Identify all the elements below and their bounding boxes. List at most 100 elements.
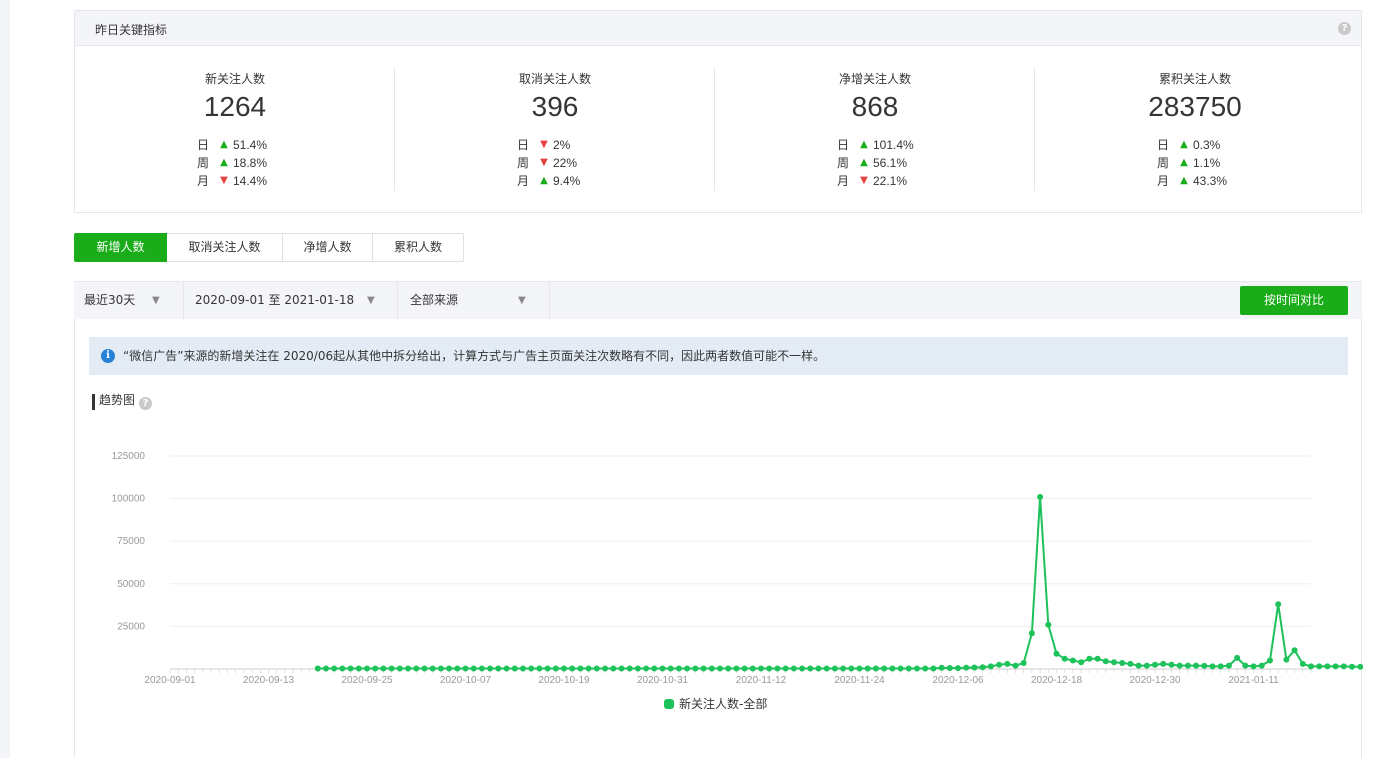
arrow-up-icon: ▲	[860, 139, 868, 150]
x-tick-label: 2020-10-07	[440, 675, 492, 686]
data-point	[840, 665, 847, 672]
y-tick-label: 125000	[112, 451, 146, 462]
change-row: 周 ▲ 1.1%	[1157, 154, 1227, 172]
key-metrics-header: 昨日关键指标 ?	[75, 11, 1361, 46]
change-row: 月 ▼ 14.4%	[197, 172, 267, 190]
data-point	[1176, 662, 1183, 669]
change-period: 日	[197, 138, 210, 152]
data-point	[405, 665, 412, 672]
data-point	[807, 665, 814, 672]
metric-card-net-followers: 净增关注人数 868 日 ▲ 101.4% 周 ▲ 56.1% 月 ▼ 22.1%	[715, 46, 1035, 212]
range-select-label: 最近30天	[84, 293, 136, 307]
data-point	[815, 665, 822, 672]
x-tick-label: 2020-11-12	[736, 675, 787, 686]
metric-changes: 日 ▲ 0.3% 周 ▲ 1.1% 月 ▲ 43.3%	[1157, 136, 1227, 190]
data-point	[1045, 621, 1052, 628]
metric-label: 净增关注人数	[838, 72, 911, 86]
source-select[interactable]: 全部来源 ▼	[398, 282, 550, 319]
data-point	[1152, 661, 1158, 668]
data-point	[659, 665, 666, 672]
data-point	[955, 665, 961, 672]
data-point	[634, 665, 641, 672]
data-point	[799, 665, 806, 672]
data-point	[626, 665, 633, 672]
data-point	[831, 665, 838, 672]
arrow-up-icon: ▲	[220, 139, 228, 150]
data-point	[856, 665, 863, 672]
tab-net-growth[interactable]: 净增人数	[283, 233, 373, 262]
change-row: 周 ▲ 18.8%	[197, 154, 267, 172]
source-select-label: 全部来源	[410, 293, 459, 307]
data-point	[331, 665, 338, 672]
change-row: 月 ▼ 22.1%	[837, 172, 914, 190]
change-percent: 101.4%	[873, 138, 914, 152]
change-row: 周 ▼ 22%	[517, 154, 580, 172]
tab-cumulative[interactable]: 累积人数	[373, 233, 464, 262]
data-point	[1069, 657, 1076, 664]
data-point	[1086, 655, 1093, 662]
change-period: 月	[197, 174, 210, 188]
data-point	[938, 664, 945, 671]
x-tick-label: 2021-01-11	[1228, 675, 1279, 686]
y-tick-label: 25000	[117, 621, 145, 632]
caret-down-icon: ▼	[367, 295, 375, 306]
data-point	[1225, 662, 1232, 669]
metric-tabs: 新增人数 取消关注人数 净增人数 累积人数	[74, 233, 464, 262]
change-percent: 0.3%	[1193, 138, 1221, 152]
data-point	[1267, 657, 1273, 664]
data-point	[872, 665, 879, 672]
data-point	[930, 665, 937, 672]
data-point	[1217, 663, 1224, 670]
metric-value: 868	[851, 91, 899, 122]
data-point	[1209, 663, 1216, 670]
tab-unfollowers[interactable]: 取消关注人数	[167, 233, 283, 262]
legend-label: 新关注人数-全部	[679, 696, 767, 711]
change-period: 月	[517, 174, 530, 188]
data-point	[971, 664, 978, 671]
data-point	[979, 664, 986, 671]
metric-value: 396	[531, 91, 579, 122]
metric-card-new-followers: 新关注人数 1264 日 ▲ 51.4% 周 ▲ 18.8% 月 ▼ 14.4%	[75, 46, 395, 212]
chart-area: i “微信广告”来源的新增关注在 2020/06起从其他中拆分给出，计算方式与广…	[74, 319, 1363, 758]
arrow-up-icon: ▲	[540, 175, 548, 186]
data-point	[914, 665, 920, 672]
data-point	[1357, 663, 1363, 670]
data-point	[1004, 660, 1011, 667]
arrow-down-icon: ▼	[860, 175, 868, 186]
data-point	[1299, 660, 1306, 667]
y-tick-label: 50000	[117, 579, 145, 590]
metric-changes: 日 ▲ 51.4% 周 ▲ 18.8% 月 ▼ 14.4%	[197, 136, 267, 190]
range-select[interactable]: 最近30天 ▼	[74, 282, 184, 319]
change-period: 日	[1157, 138, 1170, 152]
data-point	[552, 665, 559, 672]
arrow-up-icon: ▲	[1180, 139, 1188, 150]
data-point	[446, 665, 453, 672]
data-point	[593, 665, 600, 672]
arrow-up-icon: ▲	[1180, 157, 1188, 168]
data-point	[1291, 647, 1298, 654]
data-point	[684, 665, 691, 672]
data-point	[667, 665, 674, 672]
data-point	[585, 665, 592, 672]
data-point	[544, 665, 551, 672]
compare-by-time-button[interactable]: 按时间对比	[1240, 286, 1348, 315]
data-point	[462, 665, 469, 672]
data-point	[708, 665, 715, 672]
data-point	[1340, 663, 1347, 670]
metric-card-unfollowers: 取消关注人数 396 日 ▼ 2% 周 ▼ 22% 月 ▲ 9.4%	[395, 46, 715, 212]
data-point	[823, 665, 830, 672]
data-point	[1102, 658, 1109, 665]
data-point	[905, 665, 912, 672]
data-point	[569, 665, 576, 672]
metric-changes: 日 ▲ 101.4% 周 ▲ 56.1% 月 ▼ 22.1%	[837, 136, 914, 190]
change-percent: 9.4%	[553, 174, 581, 188]
data-point	[1160, 660, 1167, 667]
change-period: 周	[837, 156, 850, 170]
question-circle-icon[interactable]: ?	[1338, 22, 1351, 35]
data-point	[528, 665, 535, 672]
data-point	[454, 665, 461, 672]
change-percent: 56.1%	[873, 156, 908, 170]
change-period: 日	[517, 138, 530, 152]
tab-new-followers[interactable]: 新增人数	[74, 233, 167, 262]
date-range-select[interactable]: 2020-09-01 至 2021-01-18 ▼	[184, 282, 398, 319]
